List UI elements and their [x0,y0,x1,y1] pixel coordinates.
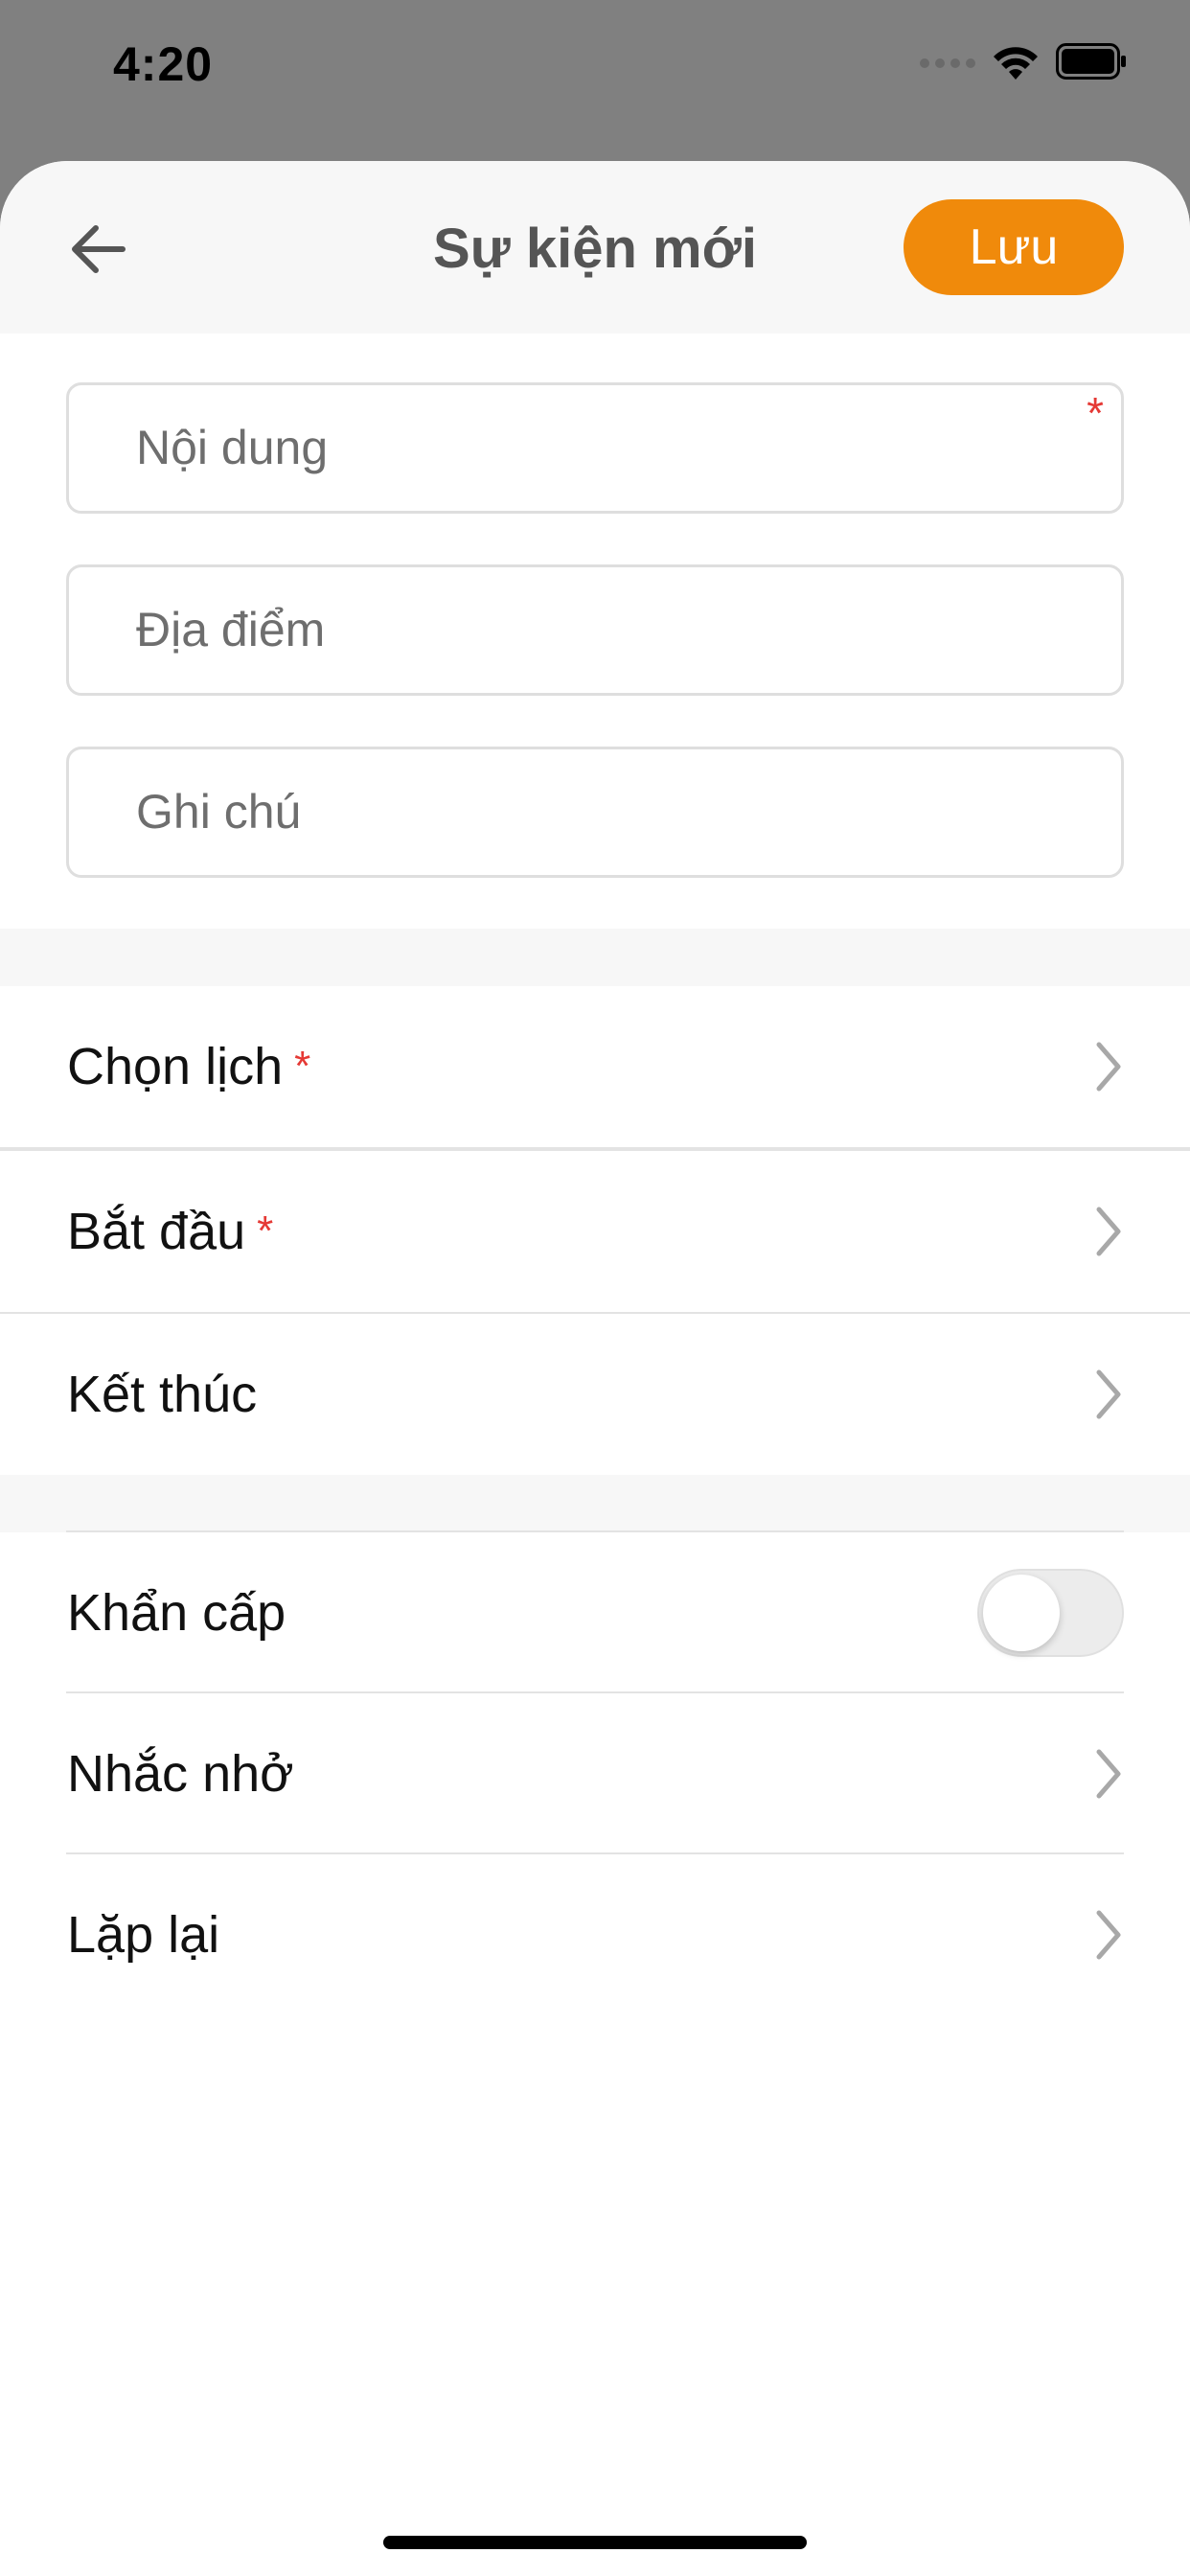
chevron-right-icon [1096,1910,1121,1960]
start-label-text: Bắt đầu [67,1203,246,1260]
toggle-knob [983,1575,1060,1651]
required-marker: * [294,1043,311,1090]
reminder-row-label: Nhắc nhở [67,1745,294,1803]
calendar-row[interactable]: Chọn lịch * [0,986,1190,1147]
required-marker: * [1087,388,1104,438]
urgent-toggle[interactable] [977,1569,1124,1657]
status-bar: 4:20 [0,0,1190,161]
battery-icon [1056,42,1127,84]
calendar-label-text: Chọn lịch [67,1038,284,1095]
start-row[interactable]: Bắt đầu * [0,1151,1190,1312]
urgent-row-label: Khẩn cấp [67,1584,286,1642]
content-input-placeholder: Nội dung [136,421,329,474]
location-input-placeholder: Địa điểm [136,603,326,656]
nav-bar: Sự kiện mới Lưu [0,161,1190,334]
chevron-right-icon [1096,1042,1121,1092]
required-marker: * [257,1208,274,1254]
note-field[interactable]: Ghi chú [66,747,1124,878]
wifi-icon [993,45,1039,81]
status-time: 4:20 [113,37,214,91]
location-field[interactable]: Địa điểm [66,564,1124,696]
cellular-signal-icon [920,58,975,68]
home-indicator[interactable] [383,2536,807,2549]
chevron-right-icon [1096,1749,1121,1799]
note-input-placeholder: Ghi chú [136,785,302,839]
status-icons [920,42,1127,84]
save-button[interactable]: Lưu [904,199,1124,295]
end-row-label: Kết thúc [67,1366,258,1423]
repeat-row[interactable]: Lặp lại [0,1854,1190,2015]
chevron-right-icon [1096,1369,1121,1419]
chevron-right-icon [1096,1207,1121,1256]
calendar-row-label: Chọn lịch * [67,986,310,1147]
new-event-sheet: Sự kiện mới Lưu Nội dung * Địa điểm Ghi … [0,161,1190,2576]
urgent-row: Khẩn cấp [0,1532,1190,1693]
reminder-row[interactable]: Nhắc nhở [0,1693,1190,1854]
section-separator [0,929,1190,986]
end-row[interactable]: Kết thúc [0,1314,1190,1475]
start-row-label: Bắt đầu * [67,1151,273,1312]
content-field[interactable]: Nội dung * [66,382,1124,514]
section-separator [0,1475,1190,1532]
repeat-row-label: Lặp lại [67,1906,220,1964]
